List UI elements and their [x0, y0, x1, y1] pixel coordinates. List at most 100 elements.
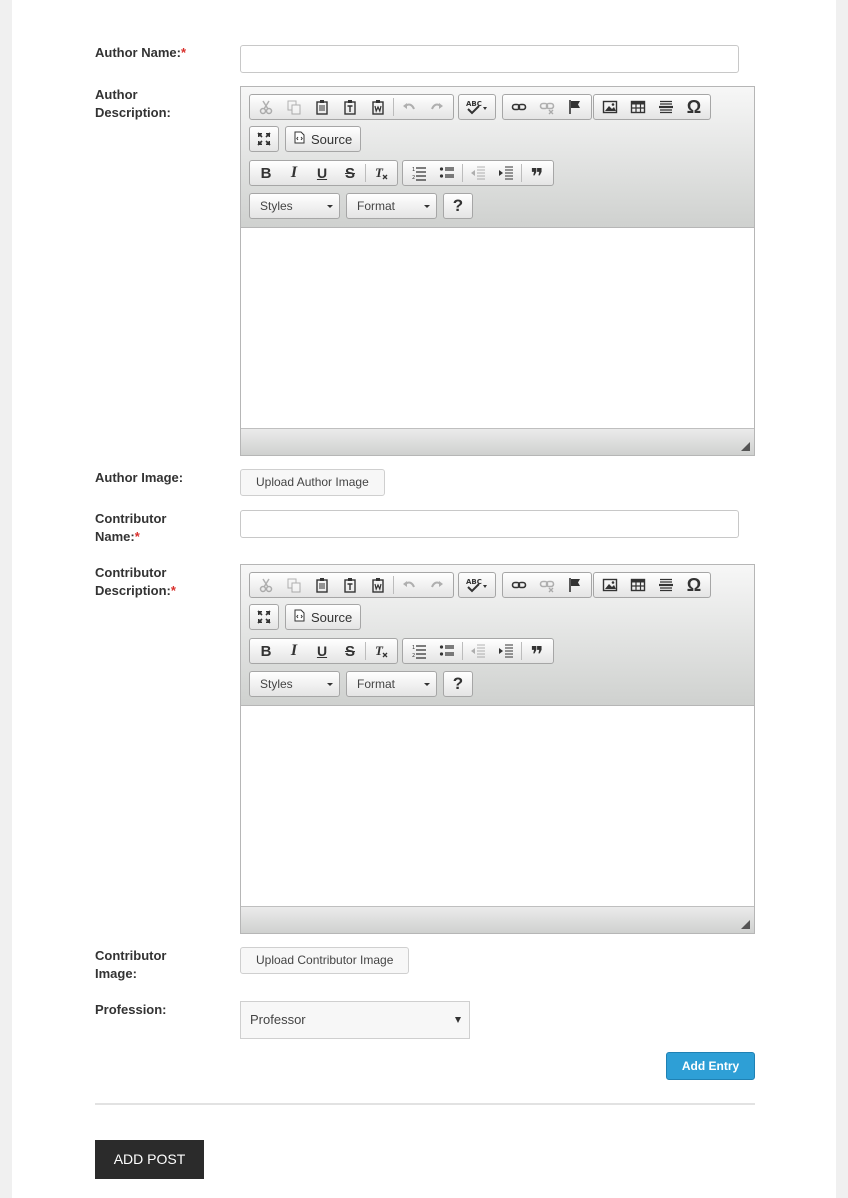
- outdent-icon[interactable]: [464, 639, 492, 663]
- bold-button[interactable]: B: [252, 161, 280, 185]
- list-group: 12 ❞: [402, 638, 554, 666]
- editor-toolbar: ABC Ω Source B I U S T 1 2 ❞ Styles Form…: [241, 87, 754, 228]
- indent-icon[interactable]: [492, 161, 520, 185]
- remove-format-icon[interactable]: T: [367, 161, 395, 185]
- source-icon: [294, 131, 305, 147]
- paste-text-icon[interactable]: [336, 573, 364, 597]
- upload-contributor-image-button[interactable]: Upload Contributor Image: [240, 947, 410, 974]
- chevron-down-icon: [327, 683, 333, 686]
- anchor-flag-icon[interactable]: [561, 573, 589, 597]
- spellcheck-group: ABC: [458, 572, 496, 598]
- list-group: 12 ❞: [402, 160, 554, 188]
- chevron-down-icon: [327, 205, 333, 208]
- indent-icon[interactable]: [492, 639, 520, 663]
- underline-button[interactable]: U: [308, 639, 336, 663]
- source-button[interactable]: Source: [288, 605, 358, 629]
- numbered-list-icon[interactable]: 12: [405, 161, 433, 185]
- maximize-icon[interactable]: [252, 605, 276, 629]
- spellcheck-icon[interactable]: ABC: [461, 573, 493, 597]
- styles-combo[interactable]: Styles: [249, 193, 340, 219]
- link-icon[interactable]: [505, 95, 533, 119]
- resize-handle-icon[interactable]: [741, 442, 750, 451]
- undo-icon[interactable]: [395, 573, 423, 597]
- italic-button[interactable]: I: [280, 161, 308, 185]
- editor-content-area[interactable]: [241, 228, 754, 428]
- paste-word-icon[interactable]: [364, 95, 392, 119]
- image-icon[interactable]: [596, 95, 624, 119]
- outdent-icon[interactable]: [464, 161, 492, 185]
- required-marker: *: [180, 45, 187, 60]
- unlink-icon[interactable]: [533, 95, 561, 119]
- clipboard-group: [249, 94, 454, 120]
- svg-text:T: T: [375, 165, 384, 180]
- redo-icon[interactable]: [423, 95, 451, 119]
- contributor-name-input[interactable]: [240, 510, 739, 538]
- paste-word-icon[interactable]: [364, 573, 392, 597]
- form-page: Author Name:* Author Description: ABC Ω …: [12, 0, 836, 1198]
- maximize-group: [249, 126, 279, 152]
- paste-icon[interactable]: [308, 95, 336, 119]
- source-group: Source: [285, 604, 362, 630]
- maximize-icon[interactable]: [252, 127, 276, 151]
- cut-icon[interactable]: [252, 573, 280, 597]
- svg-text:T: T: [375, 643, 384, 658]
- table-icon[interactable]: [624, 573, 652, 597]
- styles-combo[interactable]: Styles: [249, 671, 340, 697]
- unlink-icon[interactable]: [533, 573, 561, 597]
- contributor-image-label: Contributor Image:: [95, 948, 167, 981]
- redo-icon[interactable]: [423, 573, 451, 597]
- copy-icon[interactable]: [280, 95, 308, 119]
- format-combo[interactable]: Format: [346, 671, 437, 697]
- underline-button[interactable]: U: [308, 161, 336, 185]
- link-group: [502, 572, 592, 598]
- insert-group: Ω: [593, 572, 711, 598]
- required-marker: *: [134, 529, 140, 544]
- special-char-icon[interactable]: Ω: [680, 95, 708, 119]
- svg-text:2: 2: [412, 653, 415, 659]
- spellcheck-icon[interactable]: ABC: [461, 95, 493, 119]
- author-name-label: Author Name:*: [95, 45, 187, 60]
- add-entry-button[interactable]: Add Entry: [666, 1052, 755, 1080]
- strikethrough-button[interactable]: S: [336, 161, 364, 185]
- add-post-button[interactable]: ADD POST: [95, 1140, 204, 1179]
- insert-group: Ω: [593, 94, 711, 120]
- contributor-name-label: Contributor Name:*: [95, 511, 167, 544]
- paste-icon[interactable]: [308, 573, 336, 597]
- profession-select[interactable]: Professor: [240, 1001, 470, 1039]
- author-name-input[interactable]: [240, 45, 739, 73]
- clipboard-group: [249, 572, 454, 598]
- author-description-editor: ABC Ω Source B I U S T 1 2 ❞ Styles Form…: [240, 86, 755, 456]
- image-icon[interactable]: [596, 573, 624, 597]
- horizontal-rule-icon[interactable]: [652, 95, 680, 119]
- profession-label: Profession:: [95, 1002, 167, 1017]
- source-button[interactable]: Source: [288, 127, 358, 151]
- paste-text-icon[interactable]: [336, 95, 364, 119]
- blockquote-icon[interactable]: ❞: [523, 639, 551, 666]
- table-icon[interactable]: [624, 95, 652, 119]
- help-group: ?: [443, 671, 473, 697]
- bulleted-list-icon[interactable]: [433, 639, 461, 663]
- editor-content-area[interactable]: [241, 706, 754, 906]
- help-icon[interactable]: ?: [444, 672, 472, 696]
- numbered-list-icon[interactable]: 12: [405, 639, 433, 663]
- bulleted-list-icon[interactable]: [433, 161, 461, 185]
- italic-button[interactable]: I: [280, 639, 308, 663]
- cut-icon[interactable]: [252, 95, 280, 119]
- anchor-flag-icon[interactable]: [561, 95, 589, 119]
- undo-icon[interactable]: [395, 95, 423, 119]
- bold-button[interactable]: B: [252, 639, 280, 663]
- link-icon[interactable]: [505, 573, 533, 597]
- special-char-icon[interactable]: Ω: [680, 573, 708, 597]
- strikethrough-button[interactable]: S: [336, 639, 364, 663]
- format-combo[interactable]: Format: [346, 193, 437, 219]
- editor-toolbar: ABC Ω Source B I U S T 1 2 ❞ Styles Form…: [241, 565, 754, 706]
- upload-author-image-button[interactable]: Upload Author Image: [240, 469, 385, 496]
- help-icon[interactable]: ?: [444, 194, 472, 218]
- resize-handle-icon[interactable]: [741, 920, 750, 929]
- editor-statusbar: [241, 428, 754, 455]
- copy-icon[interactable]: [280, 573, 308, 597]
- contributor-description-editor: ABC Ω Source B I U S T 1 2 ❞ Styles Form…: [240, 564, 755, 934]
- horizontal-rule-icon[interactable]: [652, 573, 680, 597]
- remove-format-icon[interactable]: T: [367, 639, 395, 663]
- blockquote-icon[interactable]: ❞: [523, 161, 551, 188]
